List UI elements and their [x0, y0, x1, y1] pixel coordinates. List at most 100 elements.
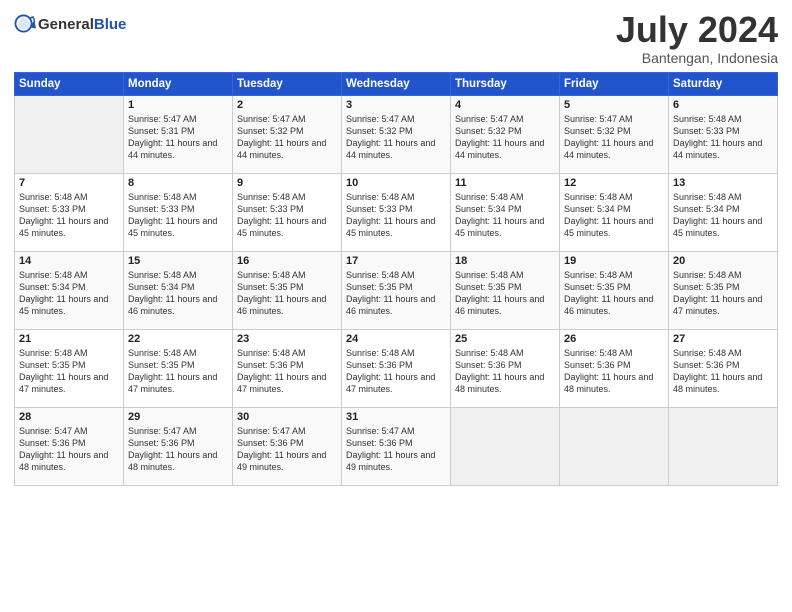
day-number: 12: [564, 177, 664, 189]
day-info: Sunrise: 5:48 AM Sunset: 5:36 PM Dayligh…: [346, 347, 446, 396]
day-info: Sunrise: 5:48 AM Sunset: 5:33 PM Dayligh…: [673, 113, 773, 162]
day-info: Sunrise: 5:48 AM Sunset: 5:35 PM Dayligh…: [673, 269, 773, 318]
day-cell: 28 Sunrise: 5:47 AM Sunset: 5:36 PM Dayli…: [15, 407, 124, 485]
day-info: Sunrise: 5:47 AM Sunset: 5:36 PM Dayligh…: [19, 425, 119, 474]
day-number: 14: [19, 255, 119, 267]
calendar-table: SundayMondayTuesdayWednesdayThursdayFrid…: [14, 72, 778, 486]
header: GeneralBlue July 2024 Bantengan, Indones…: [14, 10, 778, 66]
day-number: 3: [346, 99, 446, 111]
day-cell: 17Sunrise: 5:48 AM Sunset: 5:35 PM Dayli…: [342, 251, 451, 329]
day-number: 1: [128, 99, 228, 111]
day-number: 25: [455, 333, 555, 345]
logo-icon: [14, 14, 36, 36]
day-number: 31: [346, 411, 446, 423]
day-number: 16: [237, 255, 337, 267]
day-info: Sunrise: 5:48 AM Sunset: 5:36 PM Dayligh…: [564, 347, 664, 396]
day-cell: 6 Sunrise: 5:48 AM Sunset: 5:33 PM Daylig…: [669, 95, 778, 173]
weekday-header-sunday: Sunday: [15, 72, 124, 95]
day-cell: 12 Sunrise: 5:48 AM Sunset: 5:34 PM Dayli…: [560, 173, 669, 251]
weekday-header-tuesday: Tuesday: [233, 72, 342, 95]
day-cell: 20Sunrise: 5:48 AM Sunset: 5:35 PM Dayli…: [669, 251, 778, 329]
day-cell: 11Sunrise: 5:48 AM Sunset: 5:34 PM Dayli…: [451, 173, 560, 251]
day-number: 27: [673, 333, 773, 345]
week-row-4: 21Sunrise: 5:48 AM Sunset: 5:35 PM Dayli…: [15, 329, 778, 407]
day-info: Sunrise: 5:48 AM Sunset: 5:33 PM Dayligh…: [346, 191, 446, 240]
day-number: 22: [128, 333, 228, 345]
day-number: 9: [237, 177, 337, 189]
day-number: 24: [346, 333, 446, 345]
day-cell: 8Sunrise: 5:48 AM Sunset: 5:33 PM Daylig…: [124, 173, 233, 251]
week-row-1: 1 Sunrise: 5:47 AM Sunset: 5:31 PM Daylig…: [15, 95, 778, 173]
day-info: Sunrise: 5:48 AM Sunset: 5:35 PM Dayligh…: [128, 347, 228, 396]
day-cell: 14 Sunrise: 5:48 AM Sunset: 5:34 PM Dayli…: [15, 251, 124, 329]
weekday-header-monday: Monday: [124, 72, 233, 95]
day-info: Sunrise: 5:47 AM Sunset: 5:36 PM Dayligh…: [237, 425, 337, 474]
day-number: 4: [455, 99, 555, 111]
logo-general: General: [38, 16, 94, 33]
weekday-row: SundayMondayTuesdayWednesdayThursdayFrid…: [15, 72, 778, 95]
month-title: July 2024: [616, 10, 778, 50]
day-cell: [15, 95, 124, 173]
day-info: Sunrise: 5:48 AM Sunset: 5:33 PM Dayligh…: [237, 191, 337, 240]
day-cell: [560, 407, 669, 485]
day-cell: 3 Sunrise: 5:47 AM Sunset: 5:32 PM Daylig…: [342, 95, 451, 173]
day-info: Sunrise: 5:48 AM Sunset: 5:35 PM Dayligh…: [19, 347, 119, 396]
day-cell: 23Sunrise: 5:48 AM Sunset: 5:36 PM Dayli…: [233, 329, 342, 407]
day-info: Sunrise: 5:48 AM Sunset: 5:35 PM Dayligh…: [346, 269, 446, 318]
day-cell: 27Sunrise: 5:48 AM Sunset: 5:36 PM Dayli…: [669, 329, 778, 407]
day-info: Sunrise: 5:47 AM Sunset: 5:32 PM Dayligh…: [237, 113, 337, 162]
day-number: 15: [128, 255, 228, 267]
location-title: Bantengan, Indonesia: [616, 50, 778, 66]
day-cell: 15 Sunrise: 5:48 AM Sunset: 5:34 PM Dayli…: [124, 251, 233, 329]
title-block: July 2024 Bantengan, Indonesia: [616, 10, 778, 66]
logo-text: GeneralBlue: [38, 16, 126, 34]
day-number: 26: [564, 333, 664, 345]
day-info: Sunrise: 5:47 AM Sunset: 5:32 PM Dayligh…: [346, 113, 446, 162]
day-cell: 22 Sunrise: 5:48 AM Sunset: 5:35 PM Dayli…: [124, 329, 233, 407]
day-info: Sunrise: 5:48 AM Sunset: 5:33 PM Dayligh…: [19, 191, 119, 240]
day-number: 29: [128, 411, 228, 423]
day-cell: 30 Sunrise: 5:47 AM Sunset: 5:36 PM Dayli…: [233, 407, 342, 485]
day-number: 2: [237, 99, 337, 111]
week-row-2: 7Sunrise: 5:48 AM Sunset: 5:33 PM Daylig…: [15, 173, 778, 251]
day-number: 11: [455, 177, 555, 189]
logo: GeneralBlue: [14, 14, 126, 36]
day-cell: 7Sunrise: 5:48 AM Sunset: 5:33 PM Daylig…: [15, 173, 124, 251]
day-number: 10: [346, 177, 446, 189]
day-info: Sunrise: 5:47 AM Sunset: 5:31 PM Dayligh…: [128, 113, 228, 162]
calendar-container: GeneralBlue July 2024 Bantengan, Indones…: [0, 0, 792, 496]
day-cell: 13Sunrise: 5:48 AM Sunset: 5:34 PM Dayli…: [669, 173, 778, 251]
day-info: Sunrise: 5:48 AM Sunset: 5:34 PM Dayligh…: [19, 269, 119, 318]
week-row-3: 14 Sunrise: 5:48 AM Sunset: 5:34 PM Dayli…: [15, 251, 778, 329]
day-cell: 4Sunrise: 5:47 AM Sunset: 5:32 PM Daylig…: [451, 95, 560, 173]
day-number: 6: [673, 99, 773, 111]
calendar-body: 1 Sunrise: 5:47 AM Sunset: 5:31 PM Daylig…: [15, 95, 778, 485]
day-number: 28: [19, 411, 119, 423]
day-cell: 29 Sunrise: 5:47 AM Sunset: 5:36 PM Dayli…: [124, 407, 233, 485]
calendar-header: SundayMondayTuesdayWednesdayThursdayFrid…: [15, 72, 778, 95]
day-number: 30: [237, 411, 337, 423]
weekday-header-friday: Friday: [560, 72, 669, 95]
day-cell: [451, 407, 560, 485]
day-info: Sunrise: 5:48 AM Sunset: 5:34 PM Dayligh…: [564, 191, 664, 240]
day-cell: 26 Sunrise: 5:48 AM Sunset: 5:36 PM Dayli…: [560, 329, 669, 407]
day-number: 18: [455, 255, 555, 267]
day-info: Sunrise: 5:48 AM Sunset: 5:34 PM Dayligh…: [128, 269, 228, 318]
day-cell: 16 Sunrise: 5:48 AM Sunset: 5:35 PM Dayli…: [233, 251, 342, 329]
day-number: 19: [564, 255, 664, 267]
day-cell: 9 Sunrise: 5:48 AM Sunset: 5:33 PM Daylig…: [233, 173, 342, 251]
day-cell: 25Sunrise: 5:48 AM Sunset: 5:36 PM Dayli…: [451, 329, 560, 407]
day-cell: 19Sunrise: 5:48 AM Sunset: 5:35 PM Dayli…: [560, 251, 669, 329]
day-cell: [669, 407, 778, 485]
day-cell: 1 Sunrise: 5:47 AM Sunset: 5:31 PM Daylig…: [124, 95, 233, 173]
logo-blue: Blue: [94, 16, 127, 33]
day-info: Sunrise: 5:48 AM Sunset: 5:35 PM Dayligh…: [455, 269, 555, 318]
day-number: 23: [237, 333, 337, 345]
weekday-header-thursday: Thursday: [451, 72, 560, 95]
day-info: Sunrise: 5:47 AM Sunset: 5:36 PM Dayligh…: [128, 425, 228, 474]
day-info: Sunrise: 5:48 AM Sunset: 5:34 PM Dayligh…: [673, 191, 773, 240]
weekday-header-wednesday: Wednesday: [342, 72, 451, 95]
day-info: Sunrise: 5:47 AM Sunset: 5:36 PM Dayligh…: [346, 425, 446, 474]
day-cell: 18 Sunrise: 5:48 AM Sunset: 5:35 PM Dayli…: [451, 251, 560, 329]
day-info: Sunrise: 5:48 AM Sunset: 5:35 PM Dayligh…: [237, 269, 337, 318]
